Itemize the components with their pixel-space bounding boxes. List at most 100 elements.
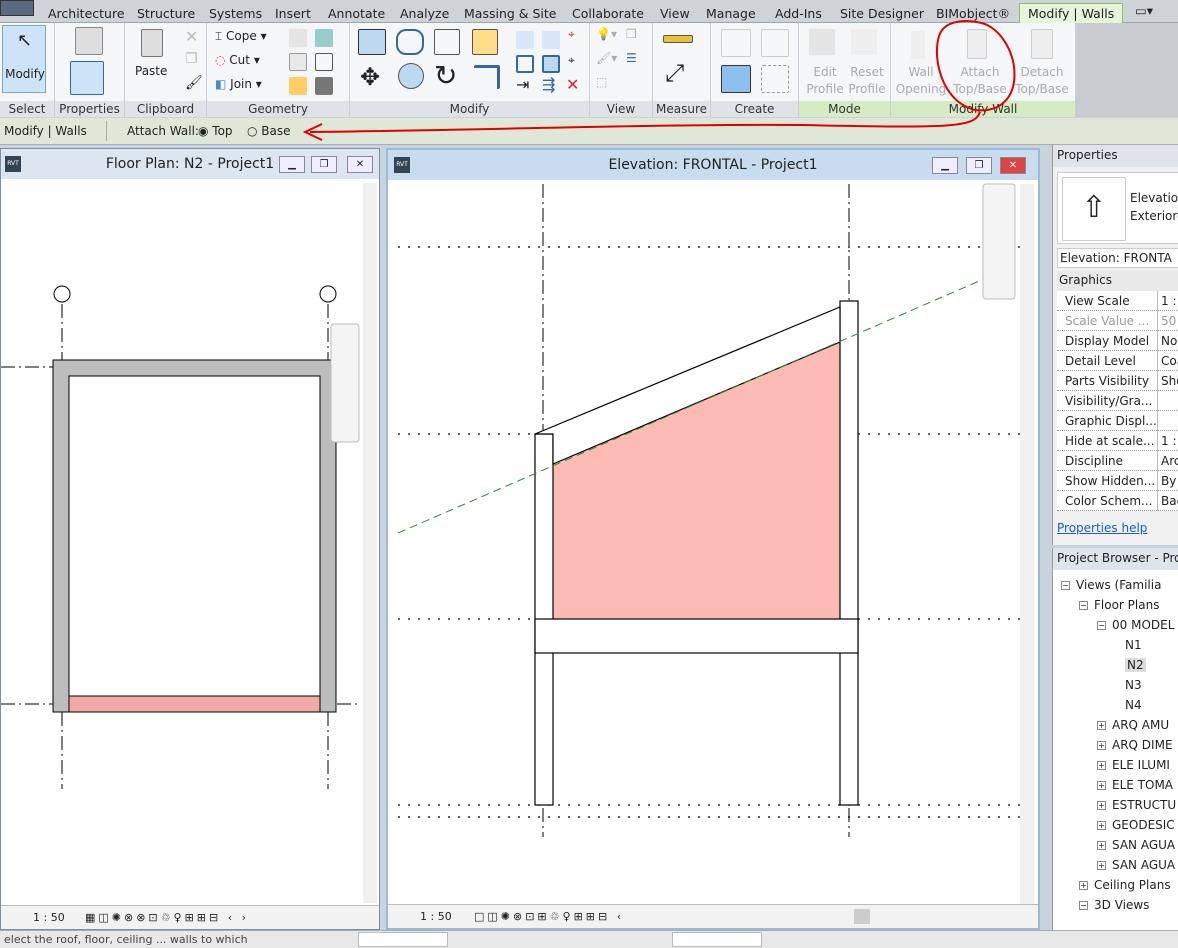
- expand-icon[interactable]: +: [1097, 721, 1106, 730]
- collapse-icon[interactable]: −: [1079, 601, 1088, 610]
- demolish-hammer-icon[interactable]: [315, 77, 333, 95]
- offset-icon[interactable]: [396, 29, 424, 55]
- trim-multiple-icon[interactable]: ⇶: [542, 75, 555, 94]
- attach-top-radio[interactable]: ◉ Top: [198, 124, 233, 138]
- tab-structure[interactable]: Structure: [137, 6, 195, 21]
- browser-item[interactable]: − Views (Familia: [1061, 578, 1161, 592]
- application-menu-button[interactable]: [0, 0, 34, 16]
- override-lines-icon[interactable]: ☰: [626, 51, 637, 65]
- workset-field[interactable]: [358, 932, 448, 947]
- tab-manage[interactable]: Manage: [706, 6, 756, 21]
- property-value[interactable]: Bac: [1157, 491, 1178, 511]
- trim-extend-icon[interactable]: [474, 65, 500, 89]
- grid-bubble[interactable]: [53, 285, 71, 303]
- dimension-icon[interactable]: ⤢: [665, 59, 684, 87]
- minimize-button[interactable]: ▁: [932, 157, 958, 174]
- reset-profile-button[interactable]: Reset Profile: [845, 64, 889, 98]
- property-row[interactable]: Scale Value ... 50: [1057, 311, 1178, 331]
- browser-item[interactable]: N3: [1115, 678, 1142, 692]
- beam-column-join-icon[interactable]: [315, 53, 333, 71]
- cut-clipboard-icon[interactable]: ✕: [185, 27, 198, 46]
- create-group-icon[interactable]: [761, 65, 789, 93]
- elevation-canvas[interactable]: [388, 180, 1038, 906]
- horizontal-scrollbar-thumb[interactable]: [854, 909, 870, 924]
- property-value[interactable]: [1157, 391, 1161, 411]
- select-dropdown[interactable]: Select: [0, 101, 54, 117]
- elevation-titlebar[interactable]: RVT Elevation: FRONTAL - Project1 ▁ ❐ ✕: [388, 150, 1038, 180]
- scale-icon[interactable]: [542, 55, 560, 73]
- browser-item[interactable]: N1: [1115, 638, 1142, 652]
- property-row[interactable]: Hide at scale... 1 :: [1057, 431, 1178, 451]
- split-face-icon[interactable]: [315, 29, 333, 47]
- instance-selector-dropdown[interactable]: Elevation: FRONTA ⌄: [1057, 248, 1178, 279]
- tab-annotate[interactable]: Annotate: [328, 6, 385, 21]
- view-cube-icon[interactable]: ⬚: [596, 75, 607, 89]
- modify-button[interactable]: ↖ Modify: [2, 25, 46, 93]
- paint-icon[interactable]: [289, 77, 307, 95]
- plan-walls[interactable]: [52, 359, 337, 713]
- grid-bubble[interactable]: [319, 285, 337, 303]
- property-row[interactable]: Display Model Nor: [1057, 331, 1178, 351]
- override-graphics-icon[interactable]: ❒: [626, 27, 637, 41]
- property-value[interactable]: Sho: [1157, 371, 1178, 391]
- property-value[interactable]: Arch: [1157, 451, 1178, 471]
- browser-item[interactable]: + SAN AGUA: [1097, 838, 1175, 852]
- properties-palette-icon[interactable]: [70, 61, 104, 95]
- tab-add-ins[interactable]: Add-Ins: [775, 6, 822, 21]
- property-value[interactable]: 1 :: [1157, 431, 1177, 451]
- property-value[interactable]: Coa: [1157, 351, 1178, 371]
- expand-icon[interactable]: +: [1097, 761, 1106, 770]
- measure-ruler-icon[interactable]: [663, 35, 693, 43]
- property-value[interactable]: 50: [1157, 311, 1176, 331]
- trim-single-icon[interactable]: ⇥: [516, 75, 529, 94]
- join-button[interactable]: ◧ Join ▾: [215, 76, 262, 93]
- properties-help-link[interactable]: Properties help: [1057, 521, 1147, 535]
- browser-item[interactable]: −3D Views: [1079, 898, 1149, 912]
- close-button[interactable]: ✕: [347, 156, 373, 173]
- tab-collaborate[interactable]: Collaborate: [572, 6, 644, 21]
- property-row[interactable]: Show Hidden...By D: [1057, 471, 1178, 508]
- tab-site-designer[interactable]: Site Designer: [840, 6, 924, 21]
- type-selector[interactable]: ⇧ Elevation Exteriore: [1057, 172, 1178, 244]
- collapse-icon[interactable]: −: [1061, 581, 1070, 590]
- cut-button[interactable]: ◌ Cut ▾: [215, 52, 260, 69]
- tab-view[interactable]: View: [660, 6, 690, 21]
- hide-lightbulb-icon[interactable]: 💡▾: [596, 27, 617, 41]
- array-icon[interactable]: [516, 55, 534, 73]
- align-icon[interactable]: [358, 29, 386, 55]
- selected-wall[interactable]: [68, 695, 321, 713]
- graphics-group-header[interactable]: Graphics: [1057, 271, 1178, 291]
- split-element-icon[interactable]: [516, 31, 534, 49]
- property-row[interactable]: Parts Visibility Sho: [1057, 371, 1178, 391]
- expand-icon[interactable]: +: [1097, 861, 1106, 870]
- browser-item[interactable]: + SAN AGUA: [1097, 858, 1175, 872]
- view-scale[interactable]: 1 : 50: [420, 905, 452, 929]
- expand-icon[interactable]: +: [1097, 741, 1106, 750]
- close-button[interactable]: ✕: [1000, 157, 1026, 174]
- floor-plan-titlebar[interactable]: RVT Floor Plan: N2 - Project1 ▁ ❐ ✕: [1, 149, 379, 179]
- attach-top-base-button[interactable]: Attach Top/Base: [949, 64, 1011, 98]
- wall-joins-icon[interactable]: [289, 29, 307, 47]
- expand-icon[interactable]: +: [1097, 841, 1106, 850]
- restore-button[interactable]: ❐: [966, 157, 992, 174]
- type-properties-icon[interactable]: [75, 27, 103, 55]
- collapse-icon[interactable]: −: [1097, 621, 1106, 630]
- mirror-draw-axis-icon[interactable]: [472, 29, 498, 55]
- vertical-scrollbar[interactable]: [1020, 184, 1034, 904]
- copy-element-icon[interactable]: [398, 63, 424, 89]
- cope-button[interactable]: ⌶ Cope ▾: [215, 28, 267, 45]
- browser-item[interactable]: + Ceiling Plans: [1079, 878, 1171, 892]
- split-gap-icon[interactable]: [542, 31, 560, 49]
- restore-button[interactable]: ❐: [311, 156, 337, 173]
- browser-item[interactable]: + GEODESIC: [1097, 818, 1175, 832]
- expand-icon[interactable]: +: [1097, 821, 1106, 830]
- property-row[interactable]: View Scale 1 :: [1057, 291, 1178, 311]
- floor-slab[interactable]: [534, 618, 859, 654]
- navigation-bar[interactable]: [330, 323, 360, 443]
- expand-icon[interactable]: +: [1097, 781, 1106, 790]
- property-value[interactable]: By D: [1157, 471, 1178, 508]
- property-row[interactable]: Detail Level Coa: [1057, 351, 1178, 371]
- browser-item[interactable]: − Floor Plans: [1079, 598, 1159, 612]
- floor-plan-canvas[interactable]: [1, 179, 379, 905]
- wall-opening-button[interactable]: Wall Opening: [895, 64, 947, 98]
